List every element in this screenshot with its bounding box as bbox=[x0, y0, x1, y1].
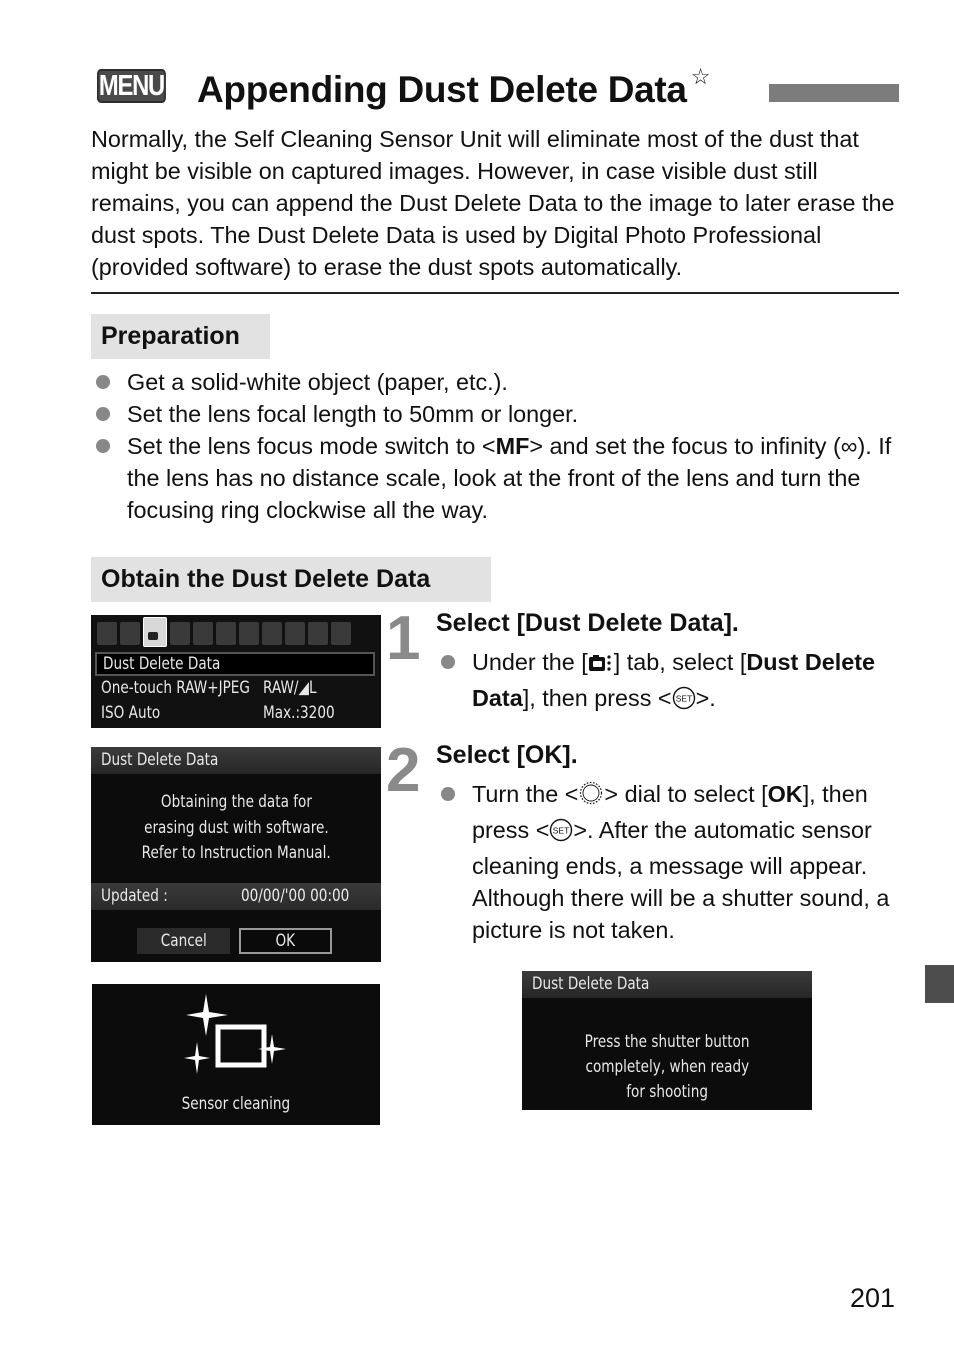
menu-tab-icon bbox=[120, 622, 140, 645]
step-1-list: Under the [] tab, select [Dust Delete Da… bbox=[436, 646, 906, 718]
message-line: completely, when ready bbox=[585, 1057, 749, 1077]
menu-tab-row bbox=[91, 615, 381, 648]
menu-tab-icon bbox=[216, 622, 236, 645]
cancel-label: Cancel bbox=[160, 931, 207, 951]
divider bbox=[91, 292, 899, 294]
step-2-list: Turn the < > dial to select [OK], then pr… bbox=[436, 778, 906, 946]
list-item: Set the lens focal length to 50mm or lon… bbox=[91, 398, 903, 430]
caption-text: Sensor cleaning bbox=[181, 1094, 291, 1114]
sensor-cleaning-screen: Sensor cleaning bbox=[92, 984, 380, 1125]
updated-row: Updated : 00/00/'00 00:00 bbox=[91, 883, 381, 910]
list-item: Get a solid-white object (paper, etc.). bbox=[91, 366, 903, 398]
mf-label: MF bbox=[495, 433, 530, 459]
shutter-message-screen: Dust Delete Data Press the shutter butto… bbox=[522, 971, 812, 1110]
message-line: Obtaining the data for bbox=[160, 792, 312, 812]
title-decoration-bar bbox=[769, 84, 899, 102]
set-button-icon: SET bbox=[549, 818, 573, 850]
text: > dial to select [ bbox=[604, 781, 768, 807]
step-number: 1 bbox=[386, 604, 421, 673]
menu-tab-icon bbox=[97, 622, 117, 645]
camera-menu-screen: Dust Delete Data One-touch RAW+JPEG RAW/… bbox=[91, 615, 381, 728]
ok-button[interactable]: OK bbox=[239, 928, 332, 954]
shooting-tab-active-icon bbox=[143, 617, 167, 647]
cancel-button[interactable]: Cancel bbox=[137, 928, 230, 954]
page-title-text: Appending Dust Delete Data bbox=[197, 69, 687, 110]
bold-text: OK bbox=[767, 781, 803, 807]
screen-header-text: Dust Delete Data bbox=[101, 750, 219, 770]
list-item: Under the [] tab, select [Dust Delete Da… bbox=[436, 646, 906, 718]
chapter-thumb-tab bbox=[925, 965, 954, 1003]
menu-tab-icon bbox=[262, 622, 282, 645]
dust-delete-confirm-screen: Dust Delete Data Obtaining the data for … bbox=[91, 747, 381, 962]
svg-text:SET: SET bbox=[675, 694, 692, 704]
menu-tab-icon bbox=[308, 622, 328, 645]
menu-row-label: ISO Auto bbox=[101, 703, 161, 723]
menu-tab-icon bbox=[170, 622, 190, 645]
text: Turn the < bbox=[472, 781, 579, 807]
section-heading-preparation: Preparation bbox=[91, 314, 270, 359]
bullet-icon bbox=[96, 375, 110, 389]
preparation-list: Get a solid-white object (paper, etc.). … bbox=[91, 366, 903, 526]
quick-control-dial-icon bbox=[578, 780, 604, 814]
text: Under the [ bbox=[472, 649, 588, 675]
updated-value: 00/00/'00 00:00 bbox=[241, 886, 350, 906]
message-line: Press the shutter button bbox=[584, 1032, 750, 1052]
bullet-icon bbox=[96, 439, 110, 453]
ok-label: OK bbox=[275, 931, 296, 951]
text: ], then press < bbox=[522, 685, 672, 711]
screen-message: Press the shutter button completely, whe… bbox=[522, 1030, 812, 1105]
menu-row-iso-auto: ISO Auto Max.:3200 bbox=[95, 701, 375, 725]
menu-row-value: RAW/◢L bbox=[263, 678, 317, 698]
star-icon: ☆ bbox=[690, 64, 711, 89]
menu-row-label: Dust Delete Data bbox=[103, 654, 221, 674]
step-title: Select [OK]. bbox=[436, 741, 578, 769]
message-line: erasing dust with software. bbox=[143, 817, 329, 838]
section-heading-obtain: Obtain the Dust Delete Data bbox=[91, 557, 491, 602]
screen-header: Dust Delete Data bbox=[522, 971, 812, 998]
menu-row-value: Max.:3200 bbox=[263, 703, 335, 723]
screen-header-text: Dust Delete Data bbox=[532, 974, 650, 994]
screen-header: Dust Delete Data bbox=[91, 747, 381, 774]
menu-tab-icon bbox=[239, 622, 259, 645]
list-item: Set the lens focus mode switch to <MF> a… bbox=[91, 430, 903, 526]
step-number: 2 bbox=[386, 736, 421, 805]
camera-shooting-tab-icon bbox=[588, 650, 614, 682]
menu-badge-icon: MENU bbox=[97, 69, 166, 103]
menu-row-one-touch: One-touch RAW+JPEG RAW/◢L bbox=[95, 676, 375, 700]
text: ] tab, select [ bbox=[613, 649, 747, 675]
bullet-icon bbox=[441, 655, 455, 669]
menu-tab-star-icon bbox=[331, 622, 351, 645]
step-title: Select [Dust Delete Data]. bbox=[436, 609, 739, 637]
text: >. bbox=[695, 685, 716, 711]
screen-message: Obtaining the data for erasing dust with… bbox=[91, 790, 381, 867]
page-number: 201 bbox=[850, 1283, 896, 1313]
sensor-cleaning-caption: Sensor cleaning bbox=[92, 1094, 380, 1114]
bullet-icon bbox=[441, 787, 455, 801]
menu-tab-icon bbox=[193, 622, 213, 645]
list-item-text: Get a solid-white object (paper, etc.). bbox=[127, 369, 508, 395]
updated-label: Updated : bbox=[101, 886, 168, 906]
page-title: Appending Dust Delete Data ☆ bbox=[197, 64, 710, 111]
message-line: Refer to Instruction Manual. bbox=[141, 843, 331, 863]
menu-row-dust-delete-data: Dust Delete Data bbox=[95, 652, 375, 676]
bullet-icon bbox=[96, 407, 110, 421]
list-item-text: Set the lens focus mode switch to < bbox=[127, 433, 496, 459]
sensor-cleaning-icon bbox=[184, 994, 286, 1074]
list-item-text: Set the lens focal length to 50mm or lon… bbox=[127, 401, 579, 427]
intro-paragraph: Normally, the Self Cleaning Sensor Unit … bbox=[91, 126, 895, 280]
svg-text:SET: SET bbox=[553, 826, 570, 836]
set-button-icon: SET bbox=[672, 686, 696, 718]
menu-row-label: One-touch RAW+JPEG bbox=[101, 678, 250, 698]
list-item: Turn the < > dial to select [OK], then pr… bbox=[436, 778, 906, 946]
message-line: for shooting bbox=[626, 1082, 708, 1102]
menu-tab-icon bbox=[285, 622, 305, 645]
